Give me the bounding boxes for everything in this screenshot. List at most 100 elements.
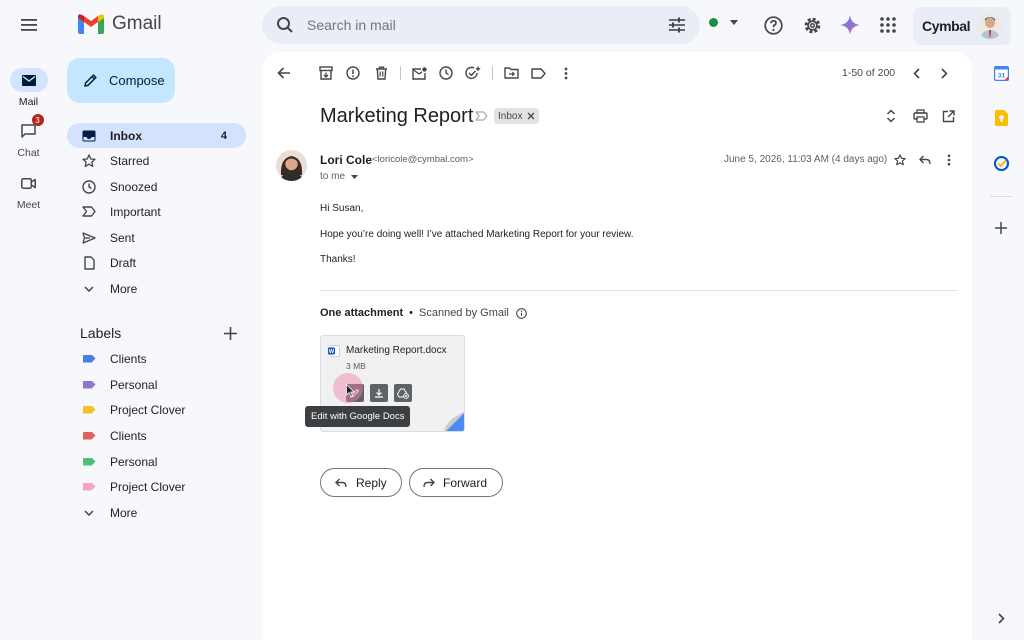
nav-label-draft: Draft <box>110 255 137 270</box>
search-icon[interactable] <box>276 16 294 34</box>
caret-down-icon <box>351 174 359 179</box>
label-color-swatch <box>82 405 96 414</box>
rail-item-mail[interactable]: Mail <box>0 68 57 108</box>
next-page-button[interactable] <box>934 63 954 83</box>
more-vert-icon <box>947 154 951 166</box>
help-button[interactable] <box>763 15 783 35</box>
label-item-personal[interactable]: Personal <box>67 372 246 397</box>
nav-item-sent[interactable]: Sent <box>67 225 246 250</box>
main-menu-button[interactable] <box>17 15 41 35</box>
folder-chip-label: Inbox <box>498 110 523 122</box>
search-input[interactable] <box>307 17 637 33</box>
sender-name[interactable]: Lori Cole <box>320 153 372 167</box>
label-item-personal-2[interactable]: Personal <box>67 449 246 474</box>
reply-label: Reply <box>356 475 387 490</box>
label-tag-icon <box>81 405 97 414</box>
message-more-button[interactable] <box>940 151 958 169</box>
delete-button[interactable] <box>371 63 391 83</box>
mail-icon <box>21 74 36 86</box>
label-item-project-clover[interactable]: Project Clover <box>67 397 246 422</box>
draft-icon <box>81 255 97 270</box>
save-to-drive-button[interactable] <box>394 384 412 402</box>
label-color-swatch <box>82 380 96 389</box>
label-tag-icon <box>81 482 97 491</box>
attachments-header: One attachment • Scanned by Gmail <box>320 307 527 319</box>
add-label-button[interactable] <box>221 324 239 342</box>
archive-button[interactable] <box>316 63 336 83</box>
expand-all-button[interactable] <box>881 106 901 126</box>
move-to-button[interactable] <box>501 63 521 83</box>
keep-app-button[interactable] <box>991 108 1011 128</box>
settings-button[interactable] <box>802 15 822 35</box>
print-button[interactable] <box>910 106 930 126</box>
label-item-clients[interactable]: Clients <box>67 346 246 371</box>
add-to-tasks-button[interactable] <box>463 63 483 83</box>
mark-unread-button[interactable] <box>409 63 429 83</box>
svg-text:31: 31 <box>997 72 1005 79</box>
chevron-right-icon <box>940 67 948 79</box>
label-name: Personal <box>110 454 158 469</box>
label-color-swatch <box>82 431 96 440</box>
importance-marker-icon[interactable] <box>475 111 488 121</box>
rail-item-chat[interactable]: 3 Chat <box>0 114 57 159</box>
recipient-label: to me <box>320 171 346 182</box>
get-addons-button[interactable] <box>991 218 1011 238</box>
forward-icon <box>423 478 435 487</box>
gemini-button[interactable] <box>840 15 860 35</box>
label-name: Personal <box>110 377 158 392</box>
folder-chip[interactable]: Inbox <box>494 108 540 124</box>
chevron-left-icon <box>912 67 920 79</box>
nav-item-more[interactable]: More <box>67 276 246 301</box>
status-selector[interactable] <box>709 18 738 27</box>
search-bar[interactable] <box>262 6 700 44</box>
compose-button[interactable]: Compose <box>67 58 175 103</box>
label-item-project-clover-2[interactable]: Project Clover <box>67 474 246 499</box>
search-options-icon[interactable] <box>668 17 686 33</box>
gmail-logo[interactable]: Gmail <box>78 13 162 35</box>
nav-item-snoozed[interactable]: Snoozed <box>67 174 246 199</box>
nav-item-important[interactable]: Important <box>67 199 246 224</box>
reply-message-button[interactable] <box>916 151 934 169</box>
star-message-button[interactable] <box>891 151 909 169</box>
recipient-toggle[interactable]: to me <box>320 171 359 182</box>
calendar-app-button[interactable]: 31 <box>991 63 1011 83</box>
rail-item-meet[interactable]: Meet <box>0 171 57 211</box>
drive-add-icon <box>397 388 409 399</box>
attachment-divider <box>320 290 958 291</box>
reply-button[interactable]: Reply <box>320 468 402 497</box>
label-item-clients-2[interactable]: Clients <box>67 423 246 448</box>
download-button[interactable] <box>370 384 388 402</box>
send-icon <box>81 231 97 244</box>
nav-item-draft[interactable]: Draft <box>67 250 246 275</box>
prev-page-button[interactable] <box>906 63 926 83</box>
tasks-icon <box>993 155 1009 171</box>
apps-button[interactable] <box>878 15 898 35</box>
cursor-icon <box>346 384 355 397</box>
open-new-window-button[interactable] <box>938 106 958 126</box>
report-spam-button[interactable] <box>343 63 363 83</box>
snooze-button[interactable] <box>436 63 456 83</box>
forward-label: Forward <box>443 475 488 490</box>
scan-note: Scanned by Gmail <box>419 307 509 319</box>
forward-button[interactable]: Forward <box>409 468 503 497</box>
back-button[interactable] <box>273 63 293 83</box>
labels-more[interactable]: More <box>67 500 246 525</box>
tasks-app-button[interactable] <box>991 153 1011 173</box>
close-icon[interactable] <box>527 112 535 120</box>
toolbar-divider <box>400 66 401 80</box>
nav-item-inbox[interactable]: Inbox 4 <box>67 123 246 148</box>
reply-icon <box>919 155 931 165</box>
status-dot-icon <box>709 18 718 27</box>
label-tag-icon <box>81 457 97 466</box>
nav-item-starred[interactable]: Starred <box>67 148 246 173</box>
nav-label-starred: Starred <box>110 153 150 168</box>
labels-heading: Labels <box>80 325 122 341</box>
body-line: Thanks! <box>320 254 356 265</box>
account-area[interactable]: Cymbal <box>913 7 1011 45</box>
label-color-swatch <box>82 457 96 466</box>
show-side-panel-button[interactable] <box>991 608 1011 628</box>
more-options-button[interactable] <box>556 63 576 83</box>
labels-button[interactable] <box>528 63 548 83</box>
info-icon[interactable] <box>516 307 527 319</box>
sender-avatar[interactable] <box>276 150 307 181</box>
